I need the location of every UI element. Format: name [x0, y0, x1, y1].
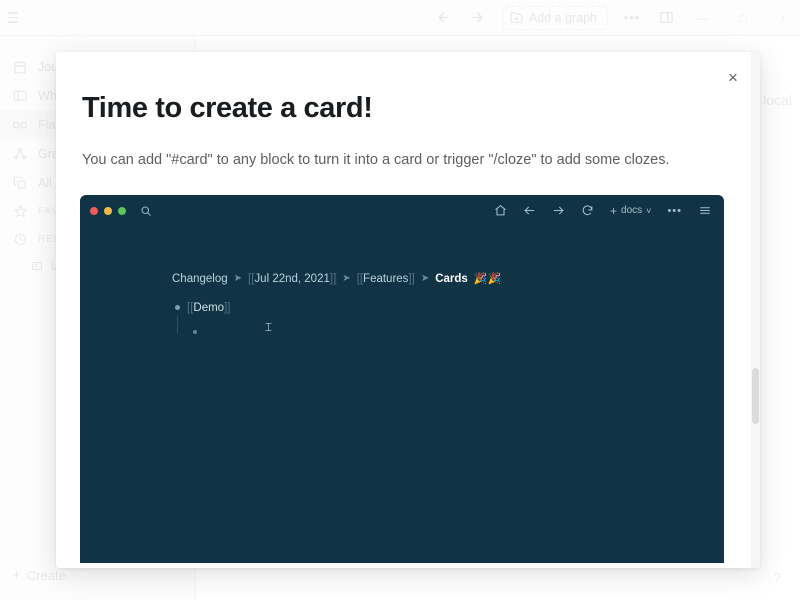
demo-content: Changelog ➤ [[Jul 22nd, 2021]] ➤ [[Featu… — [80, 226, 724, 340]
demo-nav-group: + docs ˅ ••• — [494, 203, 712, 219]
breadcrumb-item-current[interactable]: Cards — [435, 273, 468, 285]
bullet-dot[interactable] — [175, 305, 180, 310]
breadcrumb-separator: ➤ — [233, 273, 243, 284]
demo-video[interactable]: + docs ˅ ••• Changelog ➤ [[Jul 22nd, 202… — [80, 195, 724, 563]
scrollbar-thumb[interactable] — [752, 368, 759, 424]
list-item-text: Demo — [193, 301, 225, 314]
home-icon[interactable] — [494, 203, 507, 219]
arrow-left-icon[interactable] — [523, 203, 536, 219]
create-card-modal: × Time to create a card! You can add "#c… — [56, 52, 760, 568]
demo-more-button[interactable]: ••• — [667, 203, 682, 219]
docs-label: docs — [621, 205, 643, 216]
breadcrumb-separator: ➤ — [342, 273, 351, 284]
refresh-icon[interactable] — [581, 203, 594, 219]
bracket-close: ]] — [224, 301, 231, 314]
hamburger-menu-icon[interactable] — [698, 203, 712, 219]
chevron-down-icon: ˅ — [646, 205, 652, 216]
party-popper-emoji: 🎉🎉 — [473, 273, 502, 285]
text-cursor-icon: ⌶ — [264, 320, 273, 334]
maximize-traffic-light[interactable] — [118, 206, 126, 215]
modal-subtitle: You can add "#card" to any block to turn… — [82, 152, 670, 168]
breadcrumb-item-features[interactable]: [[Features]] — [357, 273, 415, 285]
list-item-label: [[Demo]] — [187, 302, 230, 314]
plus-icon: + — [610, 203, 618, 218]
modal-body: Time to create a card! You can add "#car… — [56, 52, 760, 171]
breadcrumb-item-changelog[interactable]: Changelog — [172, 273, 228, 285]
list-item[interactable]: [[Demo]] — [172, 299, 724, 316]
breadcrumb-item-date[interactable]: [[Jul 22nd, 2021]] — [248, 273, 336, 285]
demo-titlebar: + docs ˅ ••• — [80, 195, 724, 226]
breadcrumb-features-text: Features — [363, 272, 409, 285]
docs-dropdown[interactable]: + docs ˅ — [610, 204, 651, 218]
bullet-dot[interactable] — [193, 329, 197, 334]
indent-guide — [177, 316, 178, 333]
bracket-close: ]] — [329, 272, 337, 285]
traffic-lights — [90, 206, 126, 215]
bracket-close: ]] — [408, 272, 415, 285]
close-traffic-light[interactable] — [90, 206, 98, 215]
scrollbar-track[interactable] — [751, 52, 760, 568]
breadcrumb-separator: ➤ — [420, 273, 430, 284]
search-icon[interactable] — [140, 205, 152, 217]
minimize-traffic-light[interactable] — [104, 206, 112, 215]
list-item[interactable]: ⌶ — [190, 320, 724, 340]
arrow-right-icon[interactable] — [552, 203, 565, 219]
close-icon[interactable]: × — [722, 66, 744, 88]
page-title: Time to create a card! — [82, 92, 373, 124]
bullet-list: [[Demo]] ⌶ — [172, 299, 724, 340]
breadcrumb-date-text: Jul 22nd, 2021 — [254, 272, 330, 285]
breadcrumb: Changelog ➤ [[Jul 22nd, 2021]] ➤ [[Featu… — [172, 272, 724, 286]
